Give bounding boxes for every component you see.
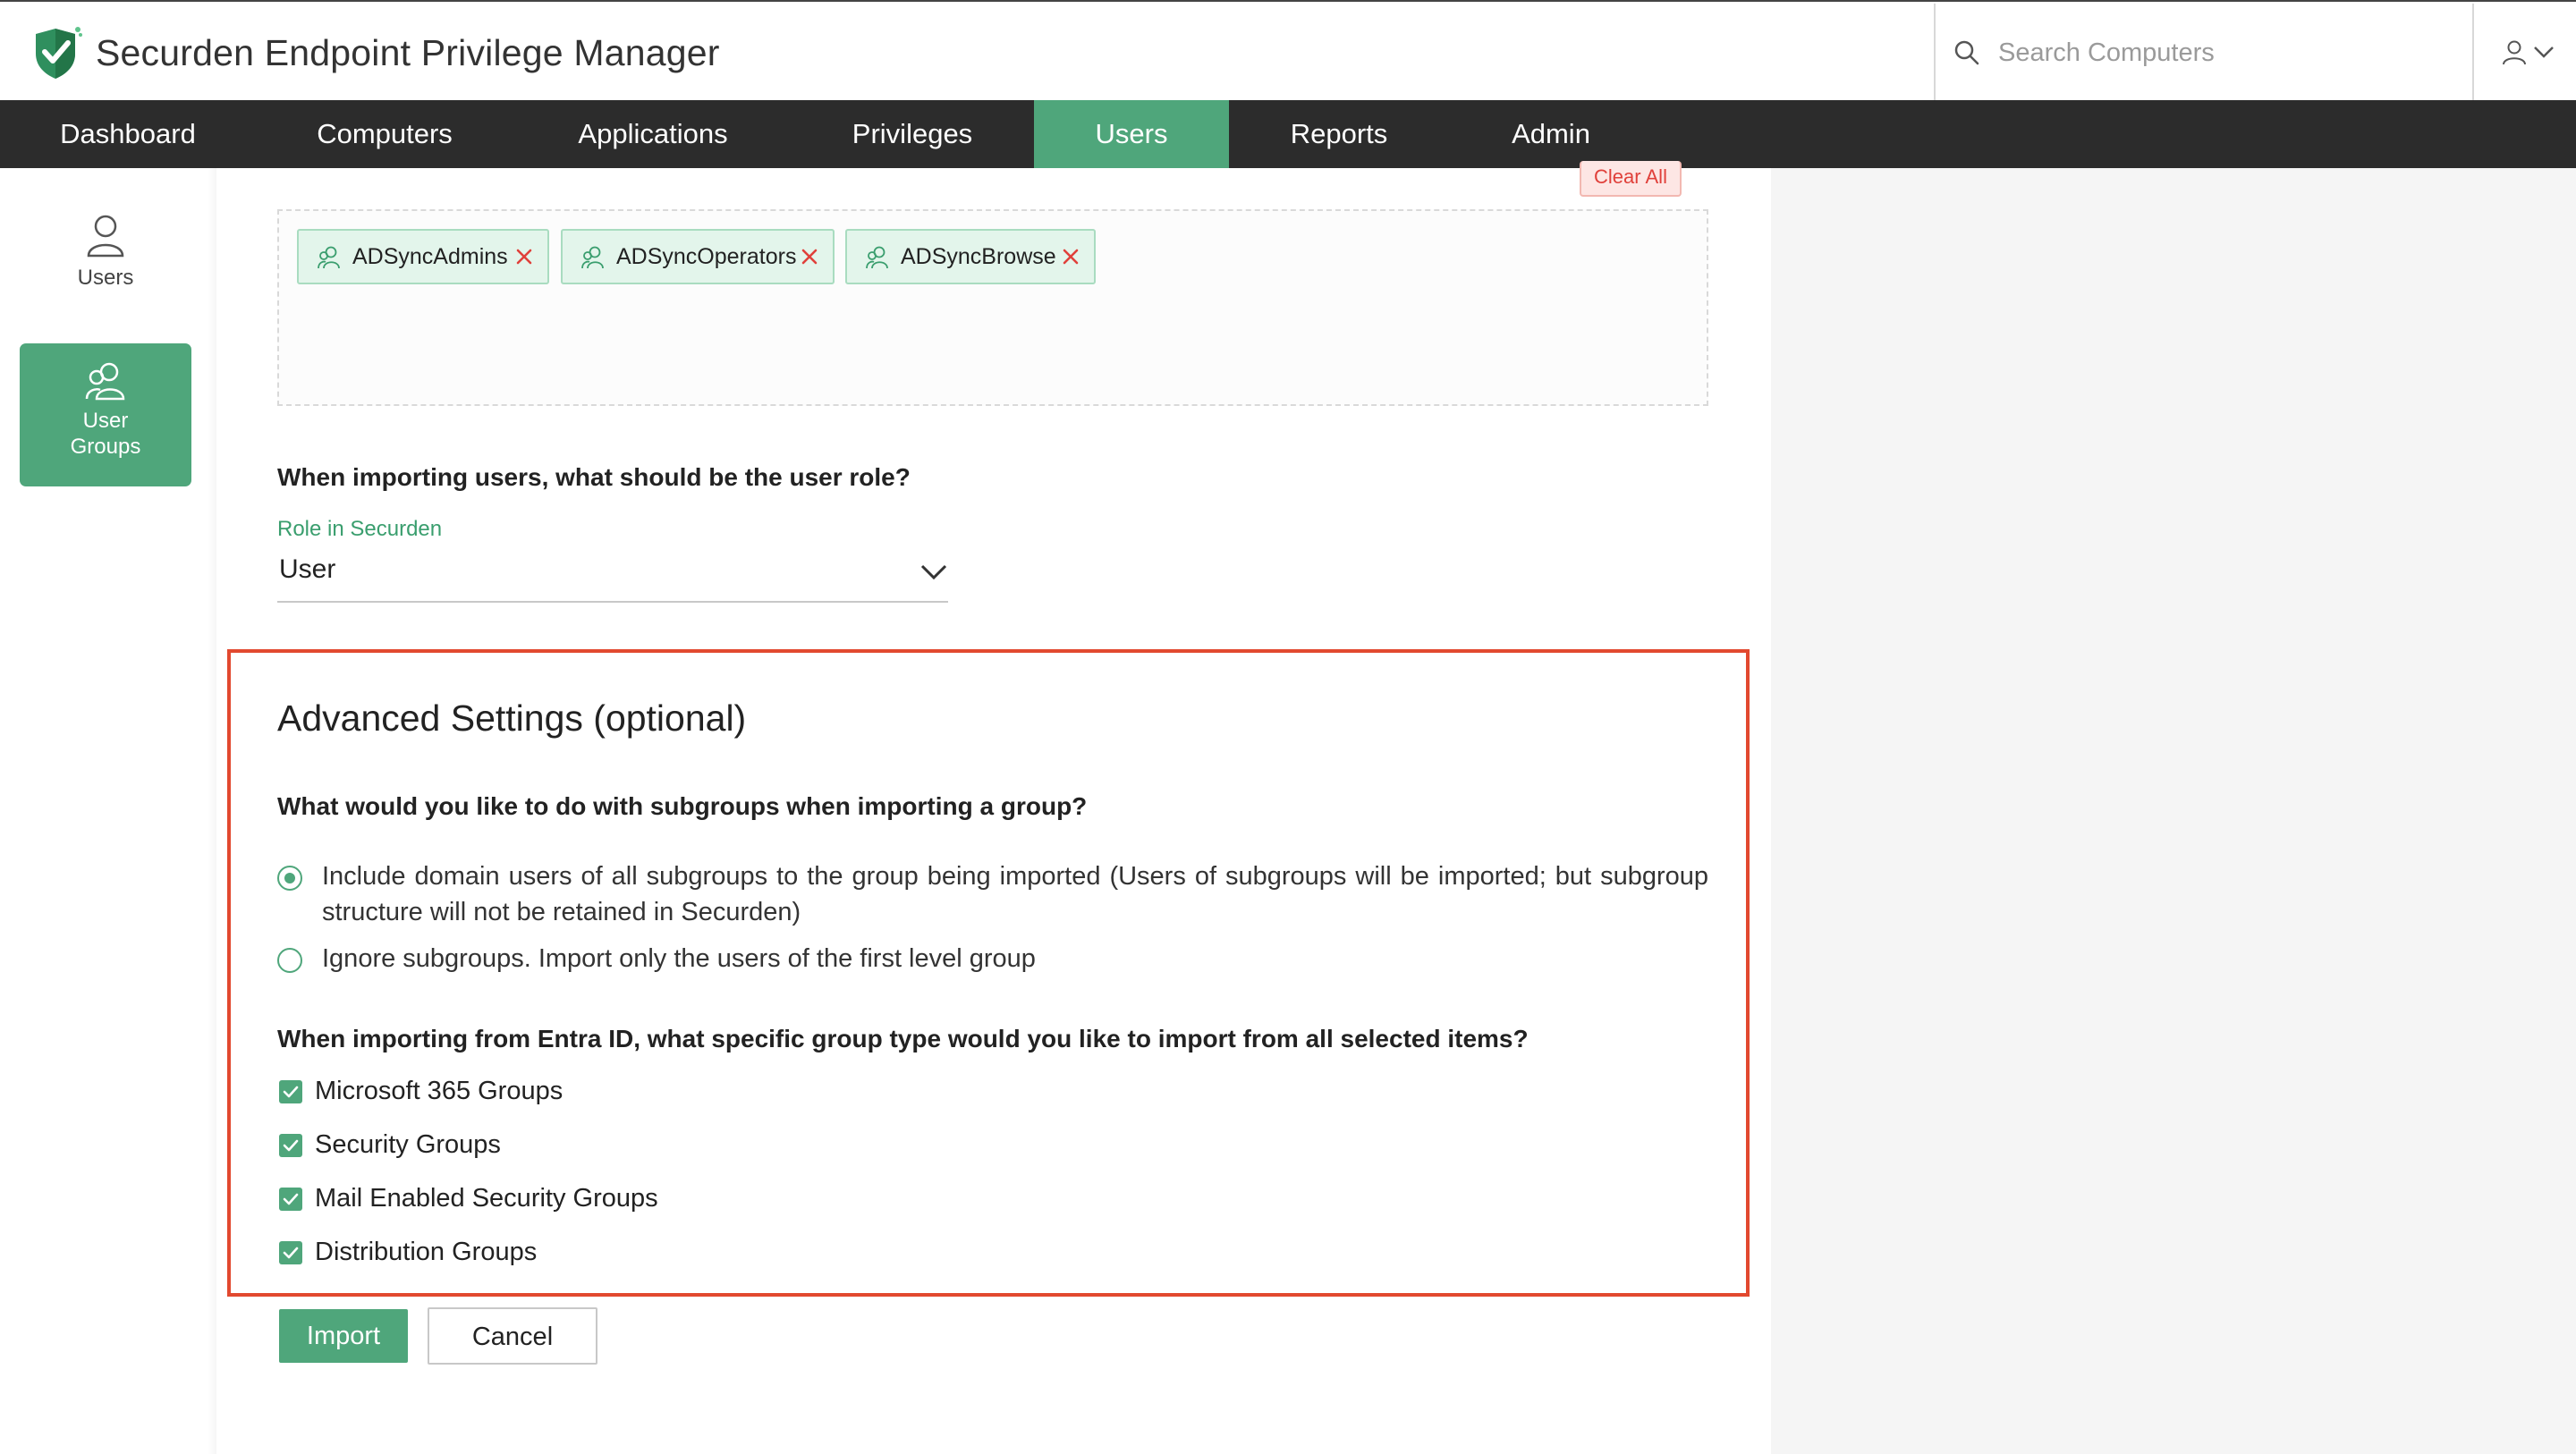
subgroups-question: What would you like to do with subgroups… — [277, 792, 1088, 820]
user-group-icon — [318, 246, 340, 269]
group-chip: ADSyncOperators — [561, 229, 835, 284]
role-question: When importing users, what should be the… — [277, 463, 911, 491]
search-input[interactable] — [1996, 32, 2444, 73]
checkbox[interactable] — [279, 1241, 302, 1264]
main-nav: Dashboard Computers Applications Privile… — [0, 100, 2576, 168]
search-box[interactable] — [1934, 4, 2472, 102]
checkbox[interactable] — [279, 1188, 302, 1211]
checkbox-label: Security Groups — [315, 1130, 501, 1159]
remove-icon[interactable] — [1060, 246, 1081, 267]
role-select-value: User — [279, 554, 336, 584]
sidebar-item-user-groups[interactable]: User Groups — [20, 343, 191, 486]
sidebar-item-label: User Groups — [70, 409, 141, 459]
user-icon — [87, 215, 124, 258]
user-group-icon — [85, 362, 125, 401]
user-icon — [2503, 40, 2526, 65]
remove-icon[interactable] — [513, 246, 535, 267]
role-select[interactable]: User — [277, 549, 948, 603]
nav-dashboard[interactable]: Dashboard — [32, 100, 224, 168]
nav-applications[interactable]: Applications — [546, 100, 760, 168]
user-account-menu[interactable] — [2472, 4, 2576, 102]
role-field-label: Role in Securden — [277, 517, 443, 541]
group-chip: ADSyncBrowse — [845, 229, 1096, 284]
radio-button[interactable] — [277, 948, 302, 973]
chevron-down-icon — [920, 564, 947, 580]
checkbox-label: Mail Enabled Security Groups — [315, 1184, 658, 1213]
securden-logo-icon — [36, 27, 82, 79]
cancel-button[interactable]: Cancel — [428, 1307, 597, 1365]
checkbox[interactable] — [279, 1134, 302, 1157]
check-icon — [283, 1193, 299, 1205]
search-icon — [1954, 40, 1979, 65]
group-chip: ADSyncAdmins — [297, 229, 549, 284]
checkbox-label: Distribution Groups — [315, 1238, 538, 1266]
sidebar-item-users[interactable]: Users — [20, 213, 191, 302]
check-icon — [283, 1139, 299, 1152]
app-header: Securden Endpoint Privilege Manager — [0, 0, 2576, 102]
check-icon — [283, 1247, 299, 1259]
user-group-icon — [581, 246, 604, 269]
check-icon — [283, 1086, 299, 1098]
checkbox-label: Microsoft 365 Groups — [315, 1077, 564, 1105]
group-chip-label: ADSyncAdmins — [352, 244, 508, 269]
import-button[interactable]: Import — [279, 1309, 408, 1363]
user-group-icon — [866, 246, 888, 269]
nav-admin[interactable]: Admin — [1488, 100, 1614, 168]
chevron-down-icon — [2534, 46, 2554, 58]
radio-button[interactable] — [277, 866, 302, 891]
radio-label: Include domain users of all subgroups to… — [322, 862, 1708, 926]
group-chip-label: ADSyncBrowse — [901, 244, 1056, 269]
left-sidebar: Users User Groups — [0, 168, 215, 1454]
entra-question: When importing from Entra ID, what speci… — [277, 1025, 1529, 1052]
nav-reports[interactable]: Reports — [1270, 100, 1408, 168]
remove-icon[interactable] — [799, 246, 820, 267]
group-chip-label: ADSyncOperators — [616, 244, 797, 269]
nav-users[interactable]: Users — [1034, 100, 1229, 168]
nav-privileges[interactable]: Privileges — [832, 100, 993, 168]
sidebar-item-label: Users — [77, 266, 134, 290]
advanced-settings-title: Advanced Settings (optional) — [277, 697, 747, 739]
content-divider — [208, 168, 216, 1454]
checkbox[interactable] — [279, 1080, 302, 1103]
nav-computers[interactable]: Computers — [288, 100, 481, 168]
radio-label: Ignore subgroups. Import only the users … — [322, 944, 1036, 973]
clear-all-button[interactable]: Clear All — [1580, 161, 1682, 197]
right-empty-panel — [1771, 168, 2576, 1454]
app-title: Securden Endpoint Privilege Manager — [96, 32, 720, 73]
